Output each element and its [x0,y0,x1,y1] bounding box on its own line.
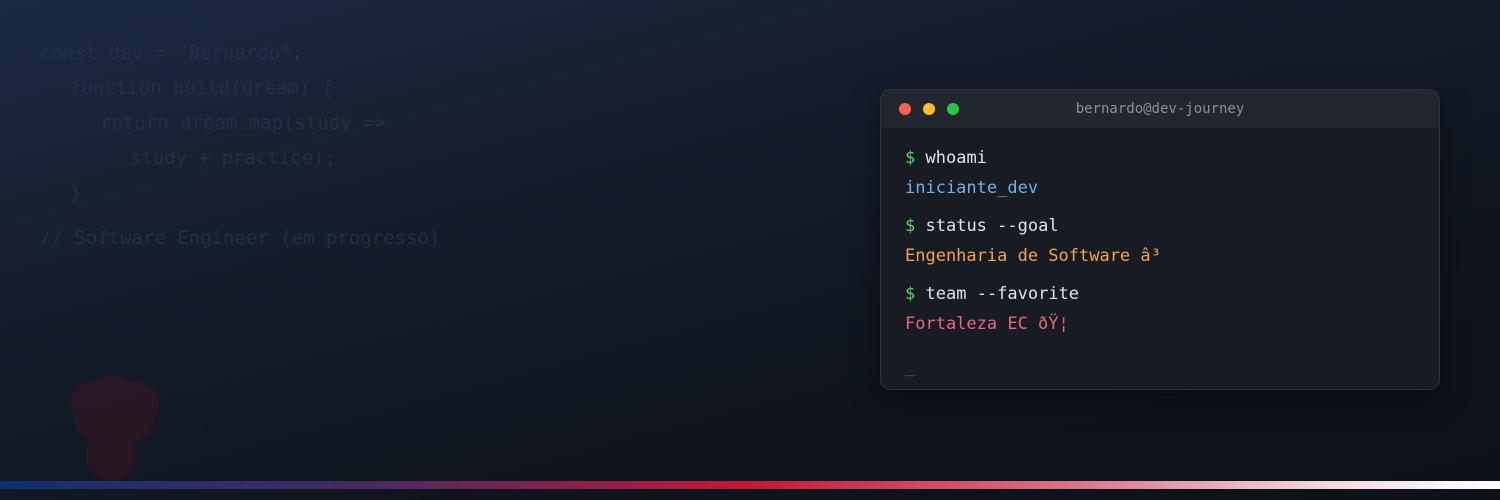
command-output: Fortaleza EC ðŸ¦ [905,314,1069,334]
terminal-title: bernardo@dev-journey [1075,101,1245,117]
code-line: return dream.map(study => [100,112,386,134]
terminal-window: bernardo@dev-journey $ whoami iniciante_… [880,89,1440,390]
command-text: team --favorite [925,284,1080,304]
command-output: iniciante_dev [905,178,1039,198]
terminal-entry: $ whoami iniciante_dev [905,143,1415,203]
prompt-symbol: $ [905,284,916,304]
code-line: const dev = "Bernardo"; [40,42,304,64]
code-comment: // Software Engineer (em progresso) [40,227,441,249]
code-line: } [70,182,82,204]
terminal-titlebar: bernardo@dev-journey [881,90,1439,128]
prompt-symbol: $ [905,216,916,236]
terminal-entry: $ team --favorite Fortaleza EC ðŸ¦ [905,279,1415,339]
command-output: Engenharia de Software â³ [905,246,1161,266]
terminal-entry: $ status --goal Engenharia de Software â… [905,211,1415,271]
code-line: study + practice); [130,147,336,169]
command-line: $ team --favorite [905,279,1415,309]
prompt-symbol: $ [905,148,916,168]
accent-gradient-bar [0,481,1500,489]
background-code: const dev = "Bernardo"; function build(d… [40,40,440,260]
command-line: $ status --goal [905,211,1415,241]
terminal-body[interactable]: $ whoami iniciante_dev $ status --goal E… [881,128,1439,381]
command-text: whoami [925,148,987,168]
code-line: function build(dream) { [70,77,334,99]
command-line: $ whoami [905,143,1415,173]
command-text: status --goal [925,216,1059,236]
lion-mascot-icon [62,375,167,485]
terminal-cursor: _ [905,357,916,377]
